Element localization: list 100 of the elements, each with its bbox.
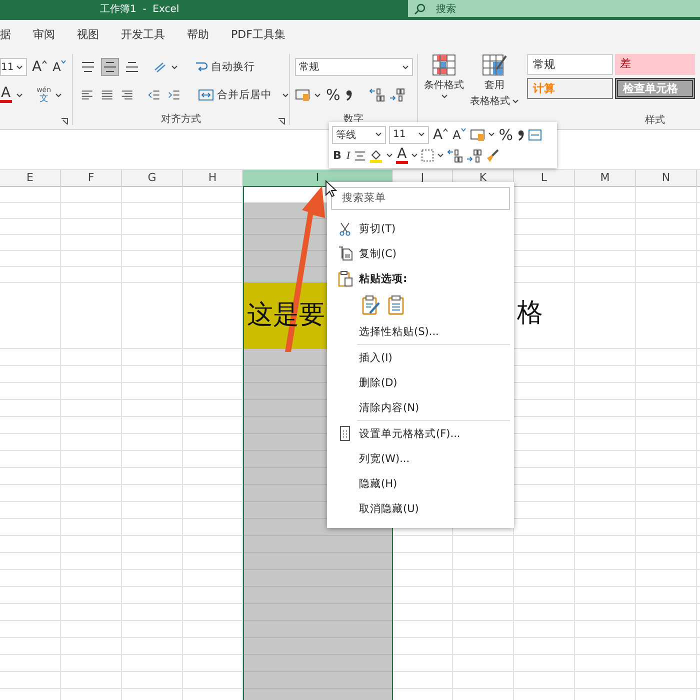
caret-icon [314, 92, 321, 98]
caret-icon [512, 98, 519, 104]
font-size-dropdown[interactable]: 11 [0, 58, 27, 76]
decrease-decimal-icon[interactable] [389, 88, 406, 102]
paste-clipboard-icon[interactable] [388, 295, 404, 315]
decrease-indent-icon[interactable] [148, 89, 160, 101]
table-brush-icon [482, 54, 508, 76]
search-icon [414, 2, 426, 14]
ribbon-tab[interactable]: 据 [0, 26, 11, 42]
caret-icon [16, 92, 23, 98]
wrap-icon [194, 60, 208, 74]
align-icon[interactable] [81, 89, 94, 101]
ribbon-tab[interactable]: 帮助 [187, 26, 209, 42]
wrap-text-button[interactable]: 自动换行 [194, 60, 255, 74]
align-icon[interactable] [121, 89, 134, 101]
cell-text: 格 [517, 297, 543, 330]
format-as-table-button[interactable]: 套用 表格格式 [468, 54, 521, 108]
menu-item[interactable]: 删除(D) [331, 370, 510, 395]
font-color-button[interactable]: A [396, 148, 408, 164]
bold-button[interactable]: B [332, 148, 342, 164]
cell-style-swatch[interactable]: 差 [615, 54, 695, 75]
decrease-font-button[interactable]: A [452, 126, 467, 142]
caret-icon [375, 132, 382, 137]
align-icon [103, 61, 117, 73]
merge-icon [198, 89, 214, 101]
group-label: 样式 [645, 114, 665, 127]
menu-item[interactable]: 列宽(W)... [331, 446, 510, 471]
paste-clipboard-brush-icon[interactable] [362, 295, 380, 315]
copy-icon [338, 246, 352, 261]
conditional-format-icon [432, 54, 456, 76]
caret-icon [488, 132, 495, 137]
dialog-launcher-icon[interactable] [278, 118, 285, 125]
menu-item[interactable]: 剪切(T) [331, 216, 510, 241]
percent-button[interactable]: % [325, 87, 342, 103]
ribbon-tab[interactable]: PDF工具集 [231, 26, 286, 42]
align-button[interactable] [101, 58, 119, 76]
currency-icon[interactable] [295, 88, 310, 102]
ribbon-tab[interactable]: 视图 [77, 26, 99, 42]
caret-icon [386, 153, 394, 158]
comma-icon[interactable] [517, 128, 526, 140]
increase-decimal-icon[interactable] [446, 148, 463, 162]
decrease-decimal-icon[interactable] [466, 148, 482, 162]
caret-icon [16, 64, 23, 70]
dialog-launcher-icon[interactable] [61, 118, 68, 125]
comma-icon[interactable] [345, 89, 354, 101]
font-size-dropdown[interactable]: 11 [389, 126, 429, 144]
caret-icon [402, 64, 409, 70]
brush-icon[interactable] [484, 148, 499, 162]
caret-icon [410, 153, 418, 158]
scissors-icon [339, 222, 351, 236]
borders-icon[interactable] [420, 149, 434, 162]
percent-button[interactable]: % [498, 126, 514, 142]
menu-item[interactable]: 设置单元格格式(F)... [331, 421, 510, 446]
menu-item[interactable]: 插入(I) [331, 345, 510, 370]
caret-icon [460, 128, 466, 132]
menu-item[interactable]: 复制(C) [331, 241, 510, 266]
align-icon [125, 61, 139, 73]
caret-icon [282, 92, 290, 98]
orientation-icon[interactable] [153, 60, 167, 74]
menu-item[interactable]: 隐藏(H) [331, 471, 510, 496]
increase-indent-icon[interactable] [168, 89, 180, 101]
caret-icon [418, 132, 425, 137]
merge-center-button[interactable]: 合并后居中 [198, 88, 272, 102]
menu-item[interactable]: 粘贴选项: [331, 266, 510, 291]
decrease-font-button[interactable]: A [52, 59, 67, 75]
menu-search-field[interactable]: 搜索菜单 [331, 187, 510, 210]
increase-font-button[interactable]: A [31, 59, 48, 75]
fill-color-icon[interactable] [369, 148, 384, 162]
cell-text: 这是要 [247, 299, 325, 332]
search-placeholder: 搜索 [436, 2, 456, 16]
increase-decimal-icon[interactable] [369, 88, 386, 102]
align-icon[interactable] [101, 89, 114, 101]
cell-style-swatch[interactable]: 常规 [527, 54, 613, 75]
window-title: 工作簿1 - Excel [100, 2, 180, 16]
ribbon-tab[interactable]: 审阅 [33, 26, 55, 42]
increase-font-button[interactable]: A [432, 126, 449, 142]
group-label: 对齐方式 [161, 112, 201, 126]
caret-up-icon [42, 60, 47, 64]
search-field[interactable]: 搜索 [408, 0, 700, 17]
menu-item[interactable]: 选择性粘贴(S)... [331, 319, 510, 344]
paste-icon [338, 270, 352, 286]
merge-icon[interactable] [528, 128, 542, 140]
font-dropdown[interactable]: 等线 [332, 126, 386, 144]
menu-item[interactable]: 清除内容(N) [331, 395, 510, 420]
caret-up-icon [442, 128, 448, 132]
italic-button[interactable]: I [345, 148, 352, 164]
font-color-button[interactable]: A [0, 87, 12, 103]
caret-icon [55, 92, 62, 98]
caret-icon [171, 64, 178, 70]
menu-item[interactable]: 取消隐藏(U) [331, 496, 510, 521]
conditional-format-button[interactable]: 条件格式 [422, 54, 466, 99]
number-format-dropdown[interactable]: 常规 [295, 58, 413, 76]
caret-icon [60, 60, 66, 64]
caret-icon [436, 153, 444, 158]
format-cells-icon [340, 426, 350, 441]
align-center-icon[interactable] [354, 150, 366, 162]
ribbon-tab[interactable]: 开发工具 [121, 26, 165, 42]
align-icon [81, 61, 95, 73]
caret-icon [440, 94, 448, 99]
currency-icon[interactable] [470, 128, 485, 142]
